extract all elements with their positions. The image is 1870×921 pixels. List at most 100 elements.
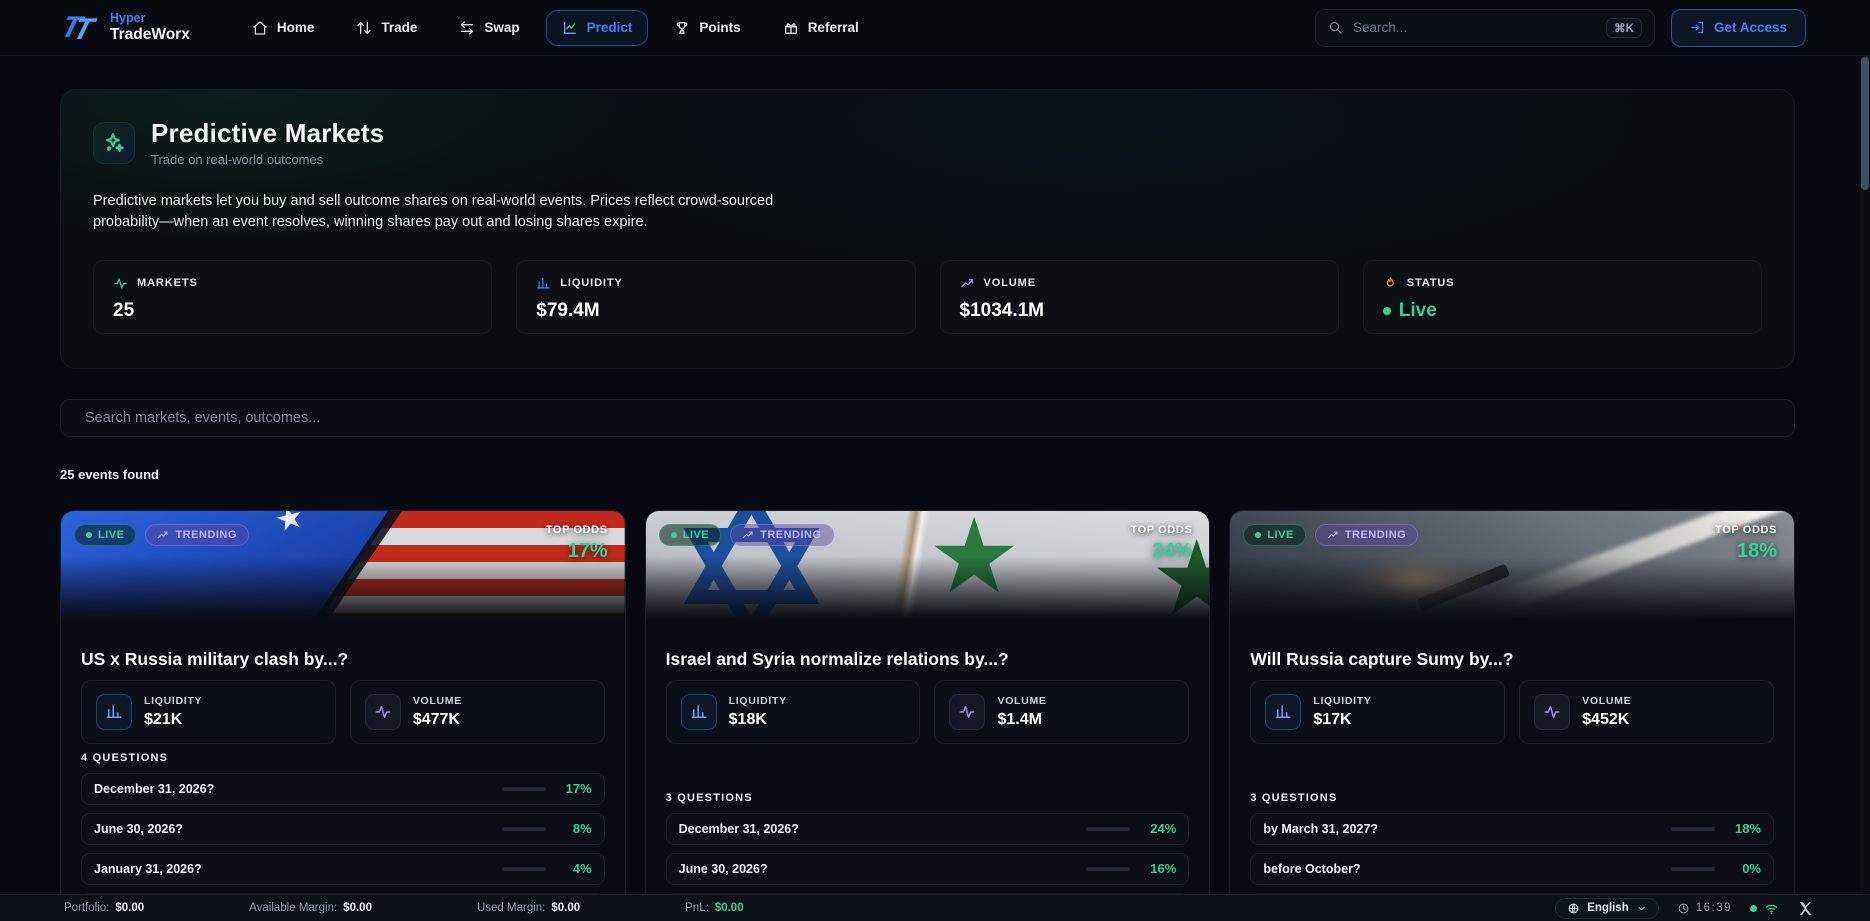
statusbar-item: PnL: $0.00 — [685, 902, 743, 914]
language-label: English — [1587, 902, 1629, 914]
live-dot — [86, 532, 92, 538]
event-card[interactable]: LIVE TRENDING TOP ODDS 18% Will Russia c… — [1229, 510, 1795, 921]
hero-stats-row: MARKETS 25 LIQUIDITY $79.4M VOLUME $1034… — [93, 260, 1762, 334]
status-bar: Portfolio: $0.00 Available Margin: $0.00… — [0, 894, 1870, 921]
odds-bar — [502, 827, 546, 831]
statusbar-item: Available Margin: $0.00 — [249, 902, 372, 914]
chevron-down-icon — [1636, 903, 1647, 914]
liquidity-stat: LIQUIDITY $17K — [1250, 680, 1505, 744]
brand-name-bottom: TradeWorx — [110, 26, 190, 44]
activity-icon — [365, 694, 401, 730]
nav-item-points[interactable]: Points — [658, 10, 756, 46]
trade-icon — [356, 20, 372, 36]
nav-item-predict[interactable]: Predict — [546, 10, 649, 46]
bar-chart-icon — [96, 694, 132, 730]
question-row[interactable]: June 30, 2026? 8% — [81, 813, 605, 845]
live-badge: LIVE — [659, 524, 721, 546]
questions-count-label: 4 QUESTIONS — [81, 752, 605, 765]
trending-badge: TRENDING — [730, 524, 833, 546]
trending-badge: TRENDING — [1315, 524, 1418, 546]
statusbar-item: Portfolio: $0.00 — [64, 902, 144, 914]
nav-item-swap[interactable]: Swap — [443, 10, 535, 46]
page-title: Predictive Markets — [151, 118, 384, 149]
top-odds: TOP ODDS 17% — [546, 524, 608, 563]
market-search-input[interactable] — [60, 399, 1795, 437]
statusbar-item: Used Margin: $0.00 — [477, 902, 580, 914]
swap-icon — [459, 20, 475, 36]
question-row[interactable]: June 30, 2026? 16% — [666, 853, 1190, 885]
activity-icon — [949, 694, 985, 730]
brand-name-top: Hyper — [110, 11, 190, 25]
brand-logo[interactable]: TT Hyper TradeWorx — [60, 11, 190, 45]
volume-stat: VOLUME $452K — [1519, 680, 1774, 744]
live-badge: LIVE — [1243, 524, 1305, 546]
liquidity-stat: LIQUIDITY $21K — [81, 680, 336, 744]
question-row[interactable]: January 31, 2026? 4% — [81, 853, 605, 885]
event-title: US x Russia military clash by...? — [81, 649, 605, 670]
trending-badge: TRENDING — [145, 524, 248, 546]
referral-icon — [783, 20, 799, 36]
main-content: Predictive Markets Trade on real-world o… — [0, 89, 1870, 921]
event-title: Will Russia capture Sumy by...? — [1250, 649, 1774, 670]
trending-up-icon — [742, 529, 754, 541]
questions-count-label: 3 QUESTIONS — [666, 792, 1190, 805]
event-card[interactable]: ★ LIVE TRENDING TOP ODDS 17% US x Russia… — [60, 510, 626, 921]
hero-stat-liquidity: LIQUIDITY $79.4M — [516, 260, 915, 334]
event-image: ★ LIVE TRENDING TOP ODDS 17% — [61, 511, 625, 619]
global-search-input[interactable] — [1353, 20, 1596, 35]
nav-item-referral[interactable]: Referral — [767, 10, 875, 46]
question-row[interactable]: by March 31, 2027? 18% — [1250, 813, 1774, 845]
time-label: 16:39 — [1696, 902, 1732, 914]
connection-status — [1750, 901, 1779, 916]
global-search[interactable]: ⌘K — [1315, 9, 1655, 47]
home-icon — [252, 20, 268, 36]
clock: 16:39 — [1677, 902, 1732, 915]
top-nav: TT Hyper TradeWorx Home Trade Swap Predi… — [0, 0, 1870, 56]
nav-menu: Home Trade Swap Predict Points Referral — [236, 10, 875, 46]
page-subtitle: Trade on real-world outcomes — [151, 152, 384, 167]
wifi-icon — [1764, 901, 1779, 916]
activity-icon — [113, 276, 128, 291]
flame-icon — [1383, 276, 1398, 291]
event-image: LIVE TRENDING TOP ODDS 18% — [1230, 511, 1794, 619]
bar-chart-icon — [681, 694, 717, 730]
clock-icon — [1677, 902, 1690, 915]
odds-bar — [1086, 827, 1130, 831]
odds-bar — [502, 867, 546, 871]
bar-chart-icon — [1265, 694, 1301, 730]
questions-count-label: 3 QUESTIONS — [1250, 792, 1774, 805]
scrollbar-thumb[interactable] — [1861, 57, 1869, 190]
live-dot — [1255, 532, 1261, 538]
trending-up-icon — [1327, 529, 1339, 541]
get-access-button[interactable]: Get Access — [1671, 9, 1806, 47]
odds-bar — [1671, 867, 1715, 871]
results-count: 25 events found — [60, 467, 1795, 482]
live-dot — [1383, 307, 1391, 315]
language-selector[interactable]: English — [1555, 898, 1659, 919]
logo-icon: TT — [60, 11, 100, 45]
nav-item-trade[interactable]: Trade — [340, 10, 433, 46]
question-row[interactable]: December 31, 2026? 17% — [81, 773, 605, 805]
event-image: ★★ LIVE TRENDING TOP ODDS 24% — [646, 511, 1210, 619]
x-social-icon[interactable] — [1797, 900, 1814, 917]
hero-stat-status: STATUS Live — [1363, 260, 1762, 334]
sparkles-icon — [93, 122, 135, 164]
online-dot — [1750, 905, 1757, 912]
predict-icon — [562, 20, 578, 36]
event-card[interactable]: ★★ LIVE TRENDING TOP ODDS 24% Isra — [645, 510, 1211, 921]
odds-bar — [1671, 827, 1715, 831]
get-access-label: Get Access — [1714, 20, 1787, 35]
top-odds: TOP ODDS 24% — [1130, 524, 1192, 563]
trending-icon — [960, 276, 975, 291]
page-scrollbar — [1860, 57, 1870, 894]
event-title: Israel and Syria normalize relations by.… — [666, 649, 1190, 670]
question-row[interactable]: December 31, 2026? 24% — [666, 813, 1190, 845]
nav-item-home[interactable]: Home — [236, 10, 331, 46]
points-icon — [674, 20, 690, 36]
top-odds: TOP ODDS 18% — [1715, 524, 1777, 563]
search-shortcut-badge: ⌘K — [1606, 18, 1642, 38]
trending-up-icon — [157, 529, 169, 541]
live-dot — [671, 532, 677, 538]
question-row[interactable]: before October? 0% — [1250, 853, 1774, 885]
barchart-icon — [536, 276, 551, 291]
